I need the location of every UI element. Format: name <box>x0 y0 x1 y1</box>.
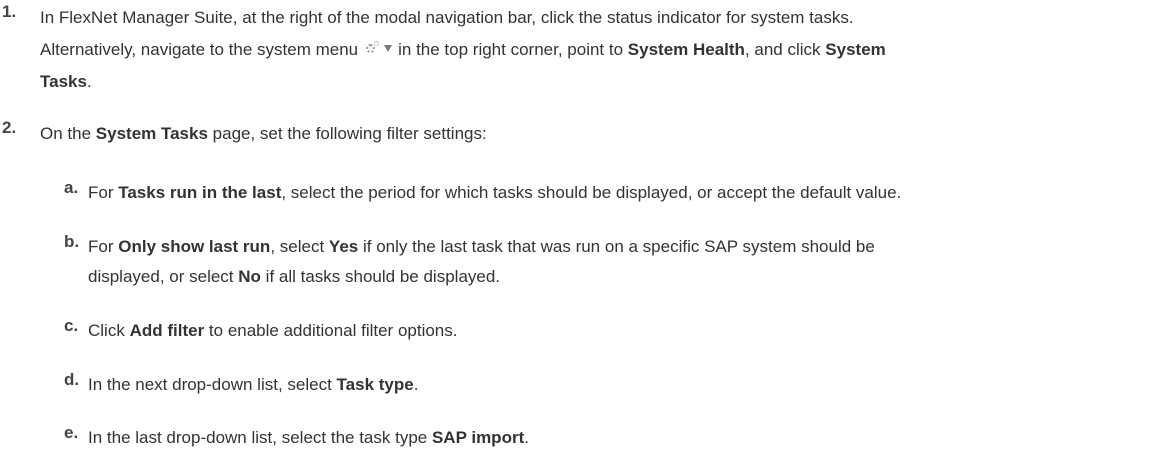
step-line: On the System Tasks page, set the follow… <box>40 118 1156 150</box>
step-2: 2. On the System Tasks page, set the fol… <box>0 118 1156 150</box>
ui-term: No <box>238 267 261 286</box>
step-text: On the System Tasks page, set the follow… <box>40 118 1156 150</box>
text: On the <box>40 124 92 143</box>
substep-letter: a. <box>64 178 79 197</box>
substep-text: For Only show last run, select Yes if on… <box>88 232 1156 292</box>
substep-letter: b. <box>64 232 80 251</box>
ui-term: Only show last run <box>118 237 271 256</box>
substep-d: d. In the next drop-down list, select Ta… <box>0 370 1156 400</box>
substep-letter: d. <box>64 370 80 389</box>
substep-letter: e. <box>64 423 79 442</box>
text: For <box>88 237 114 256</box>
step-line: Tasks. <box>40 66 1156 98</box>
step-line: In FlexNet Manager Suite, at the right o… <box>40 2 1156 34</box>
ui-term: System <box>825 40 886 59</box>
step-1: 1. In FlexNet Manager Suite, at the righ… <box>0 2 1156 98</box>
ui-term: Task type <box>336 375 414 394</box>
substep-e: e. In the last drop-down list, select th… <box>0 423 1156 453</box>
text: , select the period for which tasks shou… <box>281 183 902 202</box>
substep-text: In the last drop-down list, select the t… <box>88 423 1156 453</box>
step-line: Alternatively, navigate to the system me… <box>40 34 1156 66</box>
ui-term: Add filter <box>129 321 205 340</box>
text: In the last drop-down list, select the t… <box>88 428 428 447</box>
text: In the next drop-down list, select <box>88 375 332 394</box>
text: . <box>86 72 92 91</box>
ui-term: Tasks run in the last <box>118 183 282 202</box>
text: , select <box>270 237 325 256</box>
text: to enable additional filter options. <box>208 321 458 340</box>
gear-dropdown-icon <box>364 40 394 56</box>
instructions-page: 1. In FlexNet Manager Suite, at the righ… <box>0 0 1176 462</box>
ui-term: System Tasks <box>95 124 208 143</box>
step-number: 1. <box>2 2 17 21</box>
ui-term: Tasks <box>40 72 87 91</box>
substep-text: Click Add filter to enable additional fi… <box>88 316 1156 346</box>
text: Alternatively, navigate to the system me… <box>40 40 359 59</box>
substep-c: c. Click Add filter to enable additional… <box>0 316 1156 346</box>
chevron-down-icon <box>384 45 393 52</box>
text: in the top right corner, point to <box>398 40 624 59</box>
substep-a: a. For Tasks run in the last, select the… <box>0 178 1156 208</box>
substep-text: In the next drop-down list, select Task … <box>88 370 1156 400</box>
step-text: In FlexNet Manager Suite, at the right o… <box>40 2 1156 98</box>
substep-b: b. For Only show last run, select Yes if… <box>0 232 1156 292</box>
substep-letter: c. <box>64 316 79 335</box>
text: displayed, or select <box>88 267 234 286</box>
text: page, set the following filter settings: <box>212 124 487 143</box>
substep-line: displayed, or select No if all tasks sho… <box>88 262 1156 292</box>
ui-term: SAP import <box>431 428 525 447</box>
substep-line: For Only show last run, select Yes if on… <box>88 232 1156 262</box>
text: if all tasks should be displayed. <box>265 267 501 286</box>
text: if only the last task that was run on a … <box>362 237 875 256</box>
substep-text: For Tasks run in the last, select the pe… <box>88 178 1156 208</box>
text: For <box>88 183 114 202</box>
text: Click <box>88 321 125 340</box>
step-number: 2. <box>2 118 17 137</box>
ui-term: Yes <box>328 237 359 256</box>
text: . <box>413 375 419 394</box>
text: . <box>524 428 529 447</box>
ui-term: System Health <box>627 40 745 59</box>
text: In FlexNet Manager Suite, at the right o… <box>40 8 854 27</box>
text: , and click <box>744 40 821 59</box>
